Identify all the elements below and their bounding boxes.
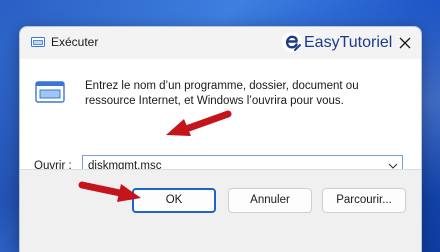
brand-name: EasyTutoriel xyxy=(304,34,393,51)
dialog-content: Entrez le nom d’un programme, dossier, d… xyxy=(20,59,421,176)
browse-button[interactable]: Parcourir... xyxy=(322,188,406,213)
run-dialog: Exécuter EasyTutoriel Entrez le nom d’un… xyxy=(19,26,422,252)
easytutoriel-logo xyxy=(282,32,302,52)
close-icon[interactable] xyxy=(393,31,417,55)
run-window-icon xyxy=(31,37,45,47)
button-bar: OK Annuler Parcourir... xyxy=(20,169,421,252)
title-bar: Exécuter EasyTutoriel xyxy=(20,27,421,59)
window-title: Exécuter xyxy=(51,35,99,49)
run-program-icon xyxy=(35,81,65,103)
cancel-button[interactable]: Annuler xyxy=(228,188,312,213)
ok-button[interactable]: OK xyxy=(132,188,216,213)
instruction-text: Entrez le nom d’un programme, dossier, d… xyxy=(85,80,359,107)
